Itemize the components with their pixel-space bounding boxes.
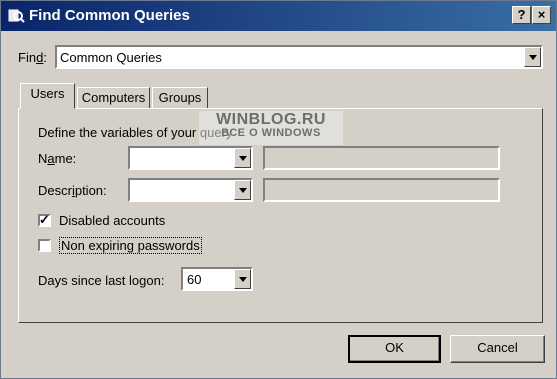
name-dropdown-button[interactable]	[234, 148, 251, 168]
description-dropdown-button[interactable]	[234, 180, 251, 200]
description-label: Description:	[38, 183, 107, 198]
find-dropdown[interactable]: Common Queries	[55, 45, 543, 69]
disabled-accounts-label[interactable]: Disabled accounts	[59, 213, 165, 228]
tab-users[interactable]: Users	[20, 83, 75, 109]
find-dropdown-button[interactable]	[524, 47, 541, 67]
name-label: Name:	[38, 151, 77, 166]
days-dropdown-button[interactable]	[234, 269, 251, 289]
name-value-field	[263, 146, 500, 170]
find-dropdown-value: Common Queries	[60, 50, 162, 65]
name-condition-dropdown[interactable]	[128, 146, 253, 170]
help-button[interactable]: ?	[512, 6, 531, 24]
close-button[interactable]: ×	[532, 6, 551, 24]
cancel-button[interactable]: Cancel	[450, 335, 545, 363]
title-bar[interactable]: Find Common Queries ? ×	[1, 1, 556, 31]
non-expiring-passwords-checkbox[interactable]	[38, 239, 51, 252]
days-since-logon-label: Days since last logon:	[38, 273, 165, 288]
tab-computers[interactable]: Computers	[77, 87, 150, 109]
chevron-down-icon	[239, 156, 247, 161]
non-expiring-passwords-label[interactable]: Non expiring passwords	[59, 237, 202, 254]
find-queries-icon	[7, 7, 25, 25]
description-value-field	[263, 178, 500, 202]
checkmark-icon: ✓	[39, 212, 50, 227]
dialog-title: Find Common Queries	[29, 7, 190, 24]
days-since-logon-dropdown[interactable]: 60	[181, 267, 253, 291]
chevron-down-icon	[239, 188, 247, 193]
find-common-queries-dialog: Find Common Queries ? × Find: Common Que…	[0, 0, 557, 379]
description-condition-dropdown[interactable]	[128, 178, 253, 202]
days-since-logon-value: 60	[187, 272, 202, 287]
ok-button[interactable]: OK	[348, 335, 441, 363]
chevron-down-icon	[529, 55, 537, 60]
chevron-down-icon	[239, 277, 247, 282]
disabled-accounts-checkbox[interactable]: ✓	[38, 212, 51, 227]
watermark: WINBLOG.RU ВСЕ О WINDOWS	[199, 111, 343, 145]
find-label: Find:	[18, 50, 47, 65]
tab-groups[interactable]: Groups	[152, 87, 208, 109]
